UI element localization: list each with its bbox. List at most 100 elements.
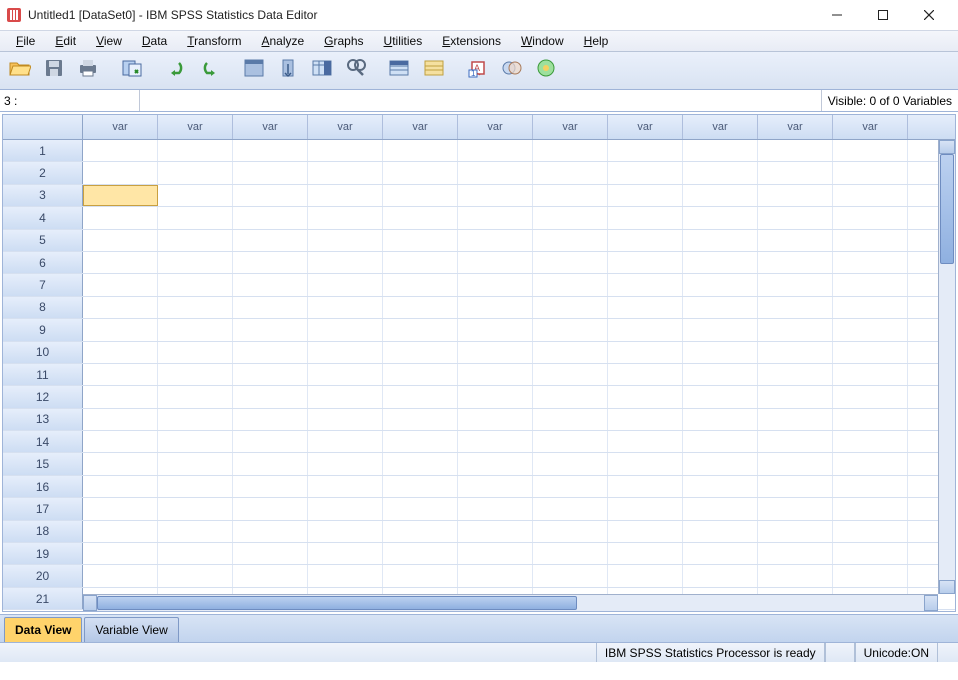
- menu-analyze[interactable]: Analyze: [251, 32, 314, 50]
- grid-cell[interactable]: [533, 230, 608, 251]
- row-header[interactable]: 2: [3, 162, 83, 183]
- grid-cell[interactable]: [383, 498, 458, 519]
- tab-variable-view[interactable]: Variable View: [84, 617, 178, 642]
- grid-cell[interactable]: [233, 386, 308, 407]
- row-header[interactable]: 6: [3, 252, 83, 273]
- grid-cell[interactable]: [83, 252, 158, 273]
- find-button[interactable]: [342, 57, 370, 85]
- grid-cell[interactable]: [383, 274, 458, 295]
- grid-cell[interactable]: [233, 162, 308, 183]
- grid-cell[interactable]: [608, 521, 683, 542]
- row-header[interactable]: 3: [3, 185, 83, 206]
- menu-view[interactable]: View: [86, 32, 132, 50]
- grid-cell[interactable]: [383, 431, 458, 452]
- grid-cell[interactable]: [533, 274, 608, 295]
- grid-cell[interactable]: [233, 476, 308, 497]
- row-header[interactable]: 14: [3, 431, 83, 452]
- grid-cell[interactable]: [458, 476, 533, 497]
- grid-cell[interactable]: [308, 565, 383, 586]
- grid-cell[interactable]: [383, 185, 458, 206]
- row-header[interactable]: 12: [3, 386, 83, 407]
- print-button[interactable]: [74, 57, 102, 85]
- grid-cell[interactable]: [833, 342, 908, 363]
- grid-cell[interactable]: [158, 364, 233, 385]
- grid-cell[interactable]: [158, 140, 233, 161]
- grid-cell[interactable]: [308, 543, 383, 564]
- grid-cell[interactable]: [308, 319, 383, 340]
- grid-cell[interactable]: [383, 364, 458, 385]
- grid-cell[interactable]: [308, 252, 383, 273]
- grid-cell[interactable]: [233, 252, 308, 273]
- grid-cell[interactable]: [758, 386, 833, 407]
- maximize-button[interactable]: [860, 0, 906, 30]
- grid-cell[interactable]: [158, 565, 233, 586]
- grid-cell[interactable]: [833, 543, 908, 564]
- grid-cell[interactable]: [683, 521, 758, 542]
- row-header[interactable]: 11: [3, 364, 83, 385]
- row-header[interactable]: 16: [3, 476, 83, 497]
- grid-cell[interactable]: [458, 364, 533, 385]
- grid-cell[interactable]: [83, 140, 158, 161]
- row-header[interactable]: 15: [3, 453, 83, 474]
- menu-graphs[interactable]: Graphs: [314, 32, 373, 50]
- grid-cell[interactable]: [308, 386, 383, 407]
- grid-cell[interactable]: [83, 364, 158, 385]
- grid-cell[interactable]: [608, 252, 683, 273]
- grid-cell[interactable]: [308, 409, 383, 430]
- grid-cell[interactable]: [458, 498, 533, 519]
- grid-cell[interactable]: [383, 342, 458, 363]
- grid-cell[interactable]: [758, 431, 833, 452]
- grid-cell[interactable]: [158, 476, 233, 497]
- grid-cell[interactable]: [458, 431, 533, 452]
- grid-cell[interactable]: [608, 230, 683, 251]
- variables-button[interactable]: [308, 57, 336, 85]
- grid-cell[interactable]: [833, 185, 908, 206]
- grid-cell[interactable]: [758, 140, 833, 161]
- grid-cell[interactable]: [758, 230, 833, 251]
- grid-cell[interactable]: [158, 453, 233, 474]
- grid-cell[interactable]: [608, 386, 683, 407]
- scroll-right-button[interactable]: [924, 595, 938, 611]
- grid-cell[interactable]: [533, 342, 608, 363]
- minimize-button[interactable]: [814, 0, 860, 30]
- grid-cell[interactable]: [233, 431, 308, 452]
- column-header[interactable]: var: [83, 115, 158, 139]
- grid-cell[interactable]: [833, 319, 908, 340]
- grid-cell[interactable]: [158, 252, 233, 273]
- grid-cell[interactable]: [533, 386, 608, 407]
- row-header[interactable]: 21: [3, 588, 83, 609]
- grid-cell[interactable]: [683, 185, 758, 206]
- grid-cell[interactable]: [533, 409, 608, 430]
- row-header[interactable]: 18: [3, 521, 83, 542]
- grid-cell[interactable]: [683, 274, 758, 295]
- grid-cell[interactable]: [533, 185, 608, 206]
- grid-cell[interactable]: [383, 476, 458, 497]
- grid-cell[interactable]: [383, 252, 458, 273]
- menu-help[interactable]: Help: [574, 32, 619, 50]
- grid-cell[interactable]: [383, 162, 458, 183]
- vertical-scroll-thumb[interactable]: [940, 154, 954, 264]
- grid-cell[interactable]: [608, 453, 683, 474]
- grid-cell[interactable]: [683, 453, 758, 474]
- row-header[interactable]: 1: [3, 140, 83, 161]
- grid-cell[interactable]: [383, 543, 458, 564]
- grid-cell[interactable]: [308, 453, 383, 474]
- grid-cell[interactable]: [683, 409, 758, 430]
- menu-file[interactable]: File: [6, 32, 45, 50]
- grid-cell[interactable]: [833, 431, 908, 452]
- grid-cell[interactable]: [83, 521, 158, 542]
- grid-cell[interactable]: [383, 207, 458, 228]
- menu-utilities[interactable]: Utilities: [374, 32, 433, 50]
- grid-cell[interactable]: [758, 364, 833, 385]
- grid-cell[interactable]: [158, 431, 233, 452]
- grid-cell[interactable]: [383, 297, 458, 318]
- row-header[interactable]: 9: [3, 319, 83, 340]
- grid-cell[interactable]: [608, 140, 683, 161]
- menu-window[interactable]: Window: [511, 32, 574, 50]
- grid-cell[interactable]: [683, 342, 758, 363]
- column-header[interactable]: var: [758, 115, 833, 139]
- grid-cell[interactable]: [533, 498, 608, 519]
- redo-button[interactable]: [196, 57, 224, 85]
- horizontal-scrollbar[interactable]: [83, 594, 938, 611]
- row-header[interactable]: 8: [3, 297, 83, 318]
